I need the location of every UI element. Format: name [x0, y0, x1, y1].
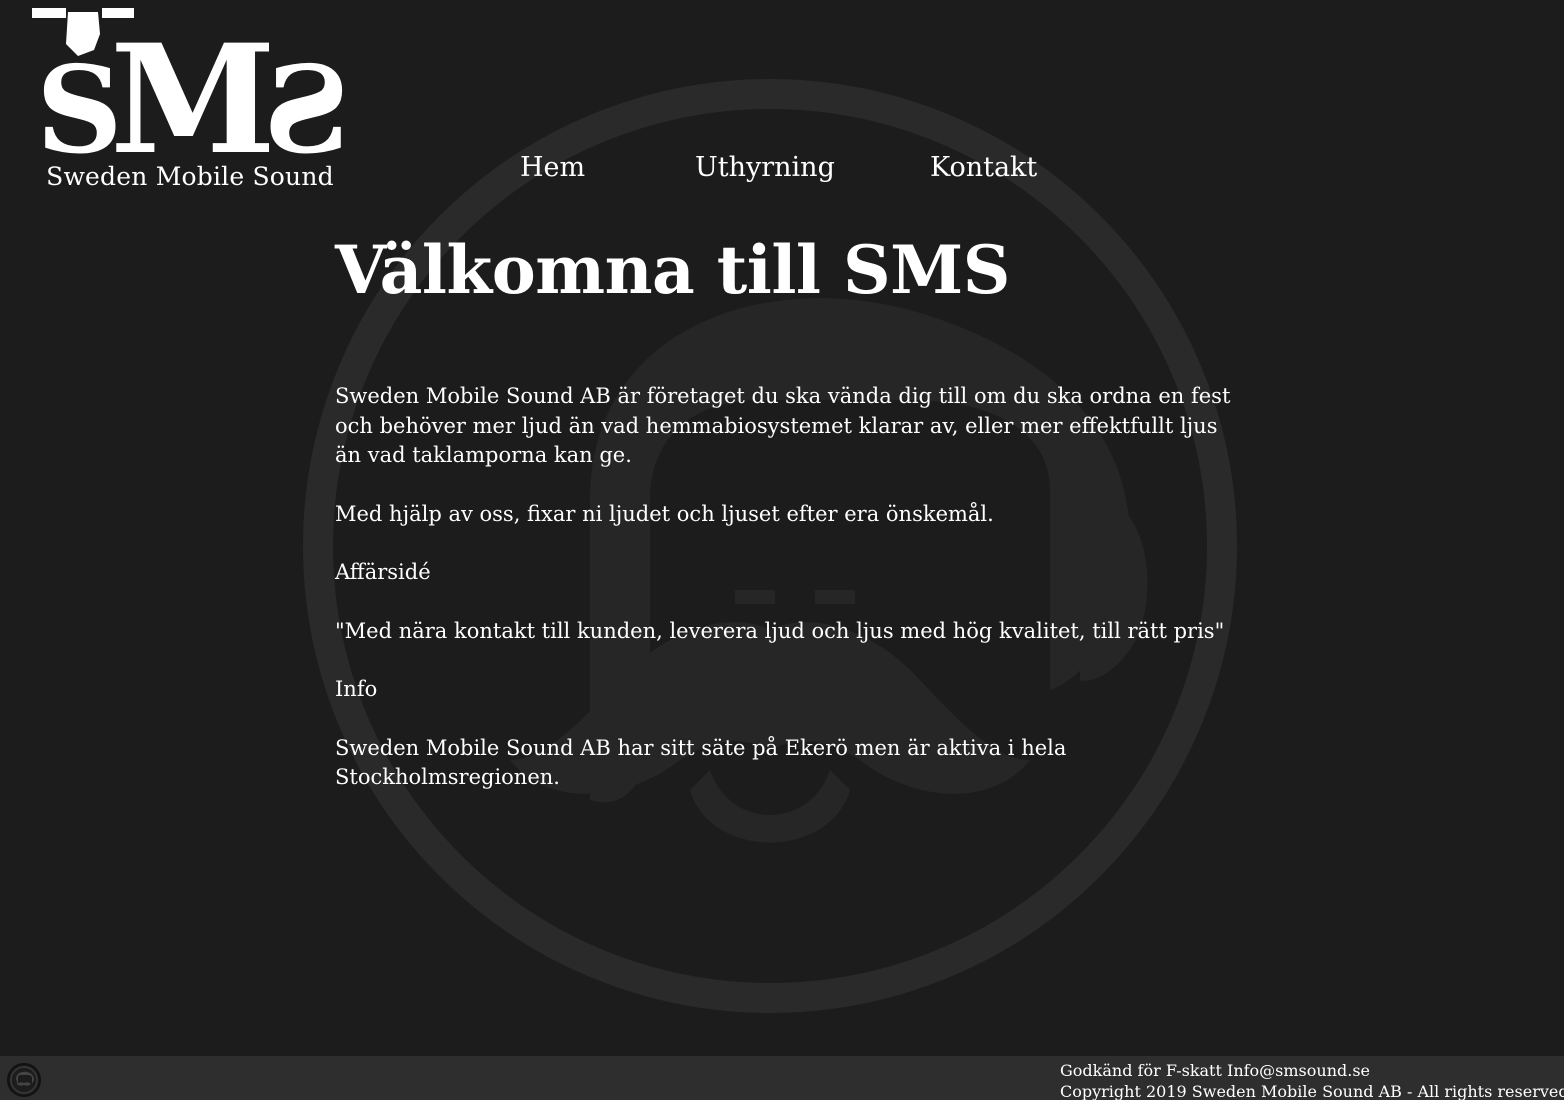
footer-line-2: Copyright 2019 Sweden Mobile Sound AB - … [1060, 1082, 1564, 1100]
footer-line-1: Godkänd för F-skatt Info@smsound.se [1060, 1061, 1371, 1080]
main-nav: Hem Uthyrning Kontakt [0, 152, 1564, 192]
help-paragraph: Med hjälp av oss, fixar ni ljudet och lj… [335, 501, 994, 526]
main-content: Välkomna till SMS Sweden Mobile Sound AB… [335, 228, 1235, 822]
nav-item-uthyrning[interactable]: Uthyrning [695, 152, 835, 183]
page: S M S Sweden Mobile Sound Hem Uthyrning … [0, 0, 1564, 1100]
intro-paragraph: Sweden Mobile Sound AB är företaget du s… [335, 384, 1231, 467]
page-title: Välkomna till SMS [335, 231, 1010, 309]
business-idea-quote: "Med nära kontakt till kunden, leverera … [335, 618, 1225, 643]
info-heading: Info [335, 677, 378, 701]
business-idea-heading: Affärsidé [335, 560, 431, 584]
nav-item-hem[interactable]: Hem [520, 152, 585, 183]
info-paragraph: Sweden Mobile Sound AB har sitt säte på … [335, 735, 1067, 790]
footer-text: Godkänd för F-skatt Info@smsound.se Copy… [1060, 1060, 1564, 1100]
nav-item-kontakt[interactable]: Kontakt [930, 152, 1037, 183]
sms-round-logo-icon[interactable] [6, 1062, 42, 1098]
footer: Godkänd för F-skatt Info@smsound.se Copy… [0, 1056, 1564, 1100]
